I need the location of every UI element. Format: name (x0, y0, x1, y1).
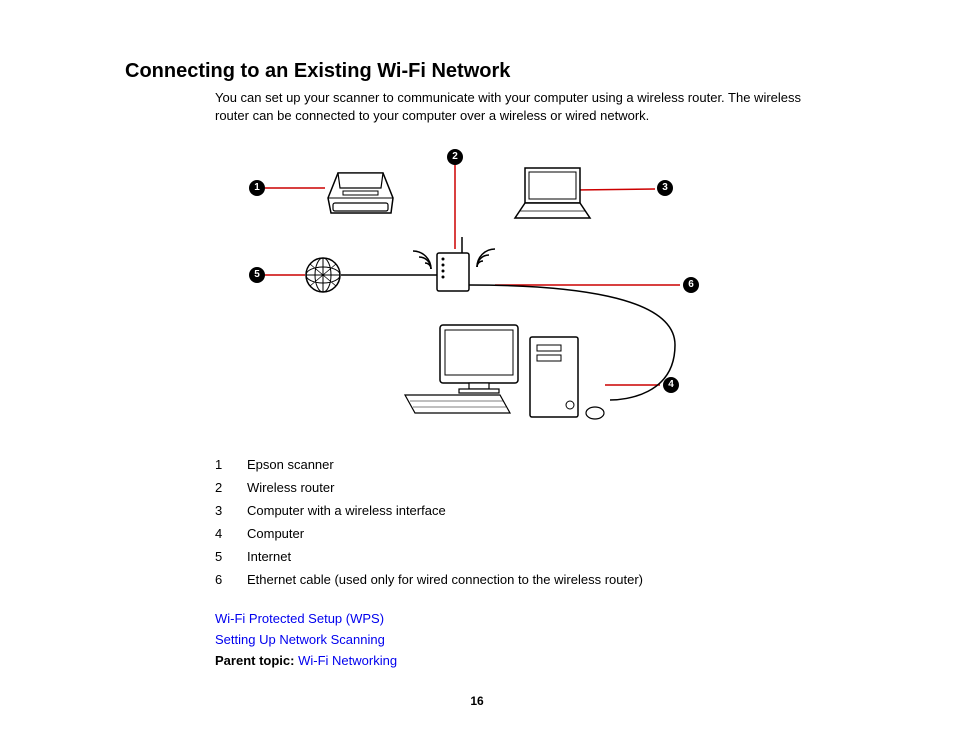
legend-num: 3 (215, 503, 229, 518)
legend-num: 4 (215, 526, 229, 541)
legend-num: 5 (215, 549, 229, 564)
page-title: Connecting to an Existing Wi-Fi Network (125, 60, 834, 83)
link-parent-topic[interactable]: Wi-Fi Networking (298, 653, 397, 668)
legend-item: 5 Internet (215, 545, 834, 568)
link-network-scanning[interactable]: Setting Up Network Scanning (215, 632, 385, 647)
legend-label: Computer with a wireless interface (247, 503, 446, 518)
legend-item: 4 Computer (215, 522, 834, 545)
legend-label: Wireless router (247, 480, 334, 495)
legend-label: Computer (247, 526, 304, 541)
legend-label: Epson scanner (247, 457, 334, 472)
legend-item: 2 Wireless router (215, 476, 834, 499)
legend-num: 1 (215, 457, 229, 472)
legend-num: 6 (215, 572, 229, 587)
legend-item: 3 Computer with a wireless interface (215, 499, 834, 522)
legend-list: 1 Epson scanner 2 Wireless router 3 Comp… (215, 453, 834, 591)
legend-label: Ethernet cable (used only for wired conn… (247, 572, 643, 587)
intro-text: You can set up your scanner to communica… (215, 89, 834, 125)
legend-label: Internet (247, 549, 291, 564)
link-wps[interactable]: Wi-Fi Protected Setup (WPS) (215, 611, 384, 626)
network-diagram: 1 2 3 4 5 6 (215, 145, 735, 425)
legend-num: 2 (215, 480, 229, 495)
legend-item: 6 Ethernet cable (used only for wired co… (215, 568, 834, 591)
parent-topic-label: Parent topic: (215, 653, 294, 668)
legend-item: 1 Epson scanner (215, 453, 834, 476)
page-number: 16 (0, 694, 954, 708)
